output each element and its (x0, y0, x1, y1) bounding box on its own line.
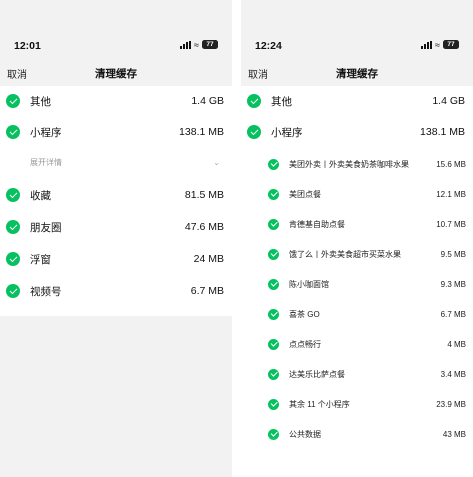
status-time: 12:01 (14, 40, 41, 52)
chevron-down-icon[interactable]: ⌄ (213, 158, 220, 167)
check-circle-icon[interactable] (268, 338, 279, 350)
miniprogram-size: 9.5 MB (440, 249, 466, 259)
miniprogram-item[interactable]: 点点畅行 4 MB (241, 329, 473, 359)
status-icons: ≈ 77 (180, 40, 218, 49)
check-circle-icon[interactable] (6, 252, 20, 266)
check-circle-icon[interactable] (268, 188, 279, 200)
miniprogram-item[interactable]: 喜茶 GO 6.7 MB (241, 299, 473, 329)
nav-bar: 取消 清理缓存 (241, 58, 473, 84)
scroll-fade (241, 437, 473, 477)
miniprogram-item[interactable]: 其余 11 个小程序 23.9 MB (241, 389, 473, 419)
miniprogram-size: 23.9 MB (436, 399, 466, 409)
status-bar: 12:24 ≈ 77 (241, 0, 473, 52)
miniprogram-size: 4 MB (447, 339, 466, 349)
item-size: 47.6 MB (184, 221, 224, 233)
left-screen: 12:01 ≈ 77 取消 清理缓存 其他 1.4 GB 小程序 138.1 M… (0, 0, 232, 477)
miniprogram-label: 肯德基自助点餐 (289, 219, 345, 229)
cache-list: 其他 1.4 GB 小程序 138.1 MB 美团外卖丨外卖美食奶茶咖啡水果 1… (241, 86, 473, 477)
miniprogram-size: 12.1 MB (436, 189, 466, 199)
list-item-favorites[interactable]: 收藏 81.5 MB (0, 180, 232, 210)
list-item-other[interactable]: 其他 1.4 GB (0, 86, 232, 116)
check-circle-icon[interactable] (6, 94, 20, 108)
miniprogram-label: 达美乐比萨点餐 (289, 369, 345, 379)
item-size: 81.5 MB (184, 189, 224, 201)
item-label: 小程序 (271, 126, 303, 139)
item-label: 收藏 (30, 189, 51, 202)
check-circle-icon[interactable] (268, 398, 279, 410)
miniprogram-size: 9.3 MB (440, 279, 466, 289)
item-size: 6.7 MB (190, 285, 224, 297)
battery-icon: 77 (202, 40, 218, 49)
cache-list: 其他 1.4 GB 小程序 138.1 MB 展开详情 ⌄ 收藏 81.5 MB… (0, 86, 232, 316)
item-label: 小程序 (30, 126, 62, 139)
miniprogram-size: 6.7 MB (440, 309, 466, 319)
expand-details-row[interactable]: 展开详情 ⌄ (0, 149, 232, 175)
item-label: 视频号 (30, 285, 62, 298)
check-circle-icon[interactable] (268, 278, 279, 290)
page-title: 清理缓存 (336, 68, 378, 80)
miniprogram-item[interactable]: 肯德基自助点餐 10.7 MB (241, 209, 473, 239)
check-circle-icon[interactable] (268, 368, 279, 380)
item-label: 其他 (271, 95, 292, 108)
status-bar: 12:01 ≈ 77 (0, 0, 232, 52)
miniprogram-item[interactable]: 饿了么丨外卖美食超市买菜水果 9.5 MB (241, 239, 473, 269)
wifi-icon: ≈ (435, 39, 440, 50)
check-circle-icon[interactable] (6, 188, 20, 202)
check-circle-icon[interactable] (247, 94, 261, 108)
page-title: 清理缓存 (95, 68, 137, 80)
check-circle-icon[interactable] (247, 125, 261, 139)
miniprogram-label: 美团点餐 (289, 189, 321, 199)
miniprogram-label: 喜茶 GO (289, 309, 320, 319)
miniprogram-size: 10.7 MB (436, 219, 466, 229)
item-label: 其他 (30, 95, 51, 108)
check-circle-icon[interactable] (268, 218, 279, 230)
signal-icon (180, 40, 192, 49)
item-size: 1.4 GB (191, 95, 224, 107)
miniprogram-size: 3.4 MB (440, 369, 466, 379)
miniprogram-item[interactable]: 达美乐比萨点餐 3.4 MB (241, 359, 473, 389)
item-label: 朋友圈 (30, 221, 62, 234)
check-circle-icon[interactable] (268, 248, 279, 260)
battery-icon: 77 (443, 40, 459, 49)
list-item-miniprogram[interactable]: 小程序 138.1 MB (241, 117, 473, 147)
miniprogram-size: 15.6 MB (436, 159, 466, 169)
item-size: 1.4 GB (432, 95, 465, 107)
status-time: 12:24 (255, 40, 282, 52)
item-size: 138.1 MB (179, 126, 224, 138)
list-item-other[interactable]: 其他 1.4 GB (241, 86, 473, 116)
miniprogram-item[interactable]: 美团外卖丨外卖美食奶茶咖啡水果 15.6 MB (241, 149, 473, 179)
miniprogram-label: 陈小咖面馆 (289, 279, 329, 289)
nav-bar: 取消 清理缓存 (0, 58, 232, 84)
miniprogram-item[interactable]: 美团点餐 12.1 MB (241, 179, 473, 209)
miniprogram-label: 饿了么丨外卖美食超市买菜水果 (289, 249, 401, 259)
miniprogram-item[interactable]: 陈小咖面馆 9.3 MB (241, 269, 473, 299)
item-label: 浮窗 (30, 253, 51, 266)
list-item-moments[interactable]: 朋友圈 47.6 MB (0, 212, 232, 242)
list-item-floating-window[interactable]: 浮窗 24 MB (0, 244, 232, 274)
check-circle-icon[interactable] (268, 308, 279, 320)
item-size: 24 MB (193, 253, 224, 265)
check-circle-icon[interactable] (6, 284, 20, 298)
right-screen: 12:24 ≈ 77 取消 清理缓存 其他 1.4 GB 小程序 138.1 M… (241, 0, 473, 477)
wifi-icon: ≈ (194, 39, 199, 50)
check-circle-icon[interactable] (268, 158, 279, 170)
check-circle-icon[interactable] (6, 125, 20, 139)
miniprogram-label: 点点畅行 (289, 339, 321, 349)
miniprogram-label: 其余 11 个小程序 (289, 399, 350, 409)
list-item-miniprogram[interactable]: 小程序 138.1 MB (0, 117, 232, 147)
signal-icon (421, 40, 433, 49)
status-icons: ≈ 77 (421, 40, 459, 49)
miniprogram-label: 美团外卖丨外卖美食奶茶咖啡水果 (289, 159, 409, 169)
check-circle-icon[interactable] (6, 220, 20, 234)
item-size: 138.1 MB (420, 126, 465, 138)
expand-details-label: 展开详情 (30, 157, 62, 167)
list-item-channels[interactable]: 视频号 6.7 MB (0, 276, 232, 306)
